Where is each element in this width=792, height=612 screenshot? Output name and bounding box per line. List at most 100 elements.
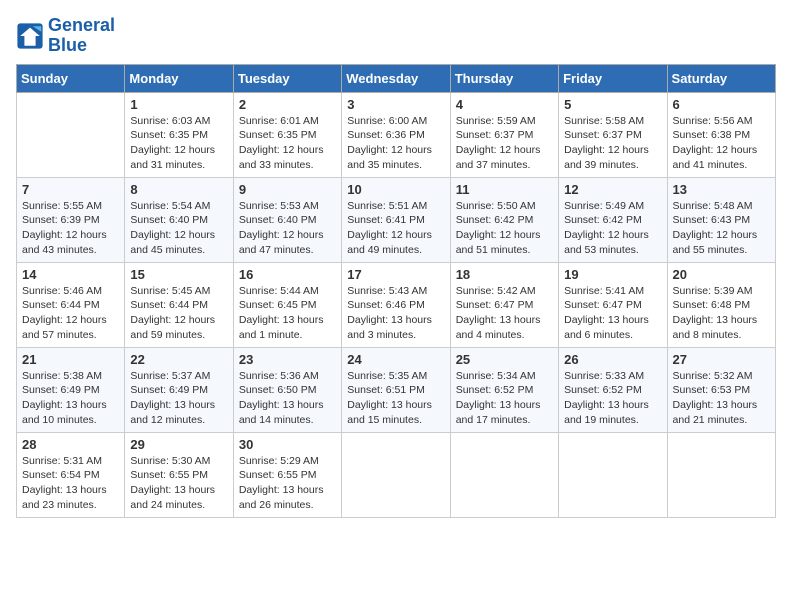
calendar-cell: 4Sunrise: 5:59 AM Sunset: 6:37 PM Daylig…	[450, 92, 558, 177]
calendar-cell: 27 Sunrise: 5:32 AM Sunset: 6:53 PM Dayli…	[667, 347, 775, 432]
day-info: Sunrise: 5:36 AM Sunset: 6:50 PM Dayligh…	[239, 369, 336, 428]
calendar-cell: 6 Sunrise: 5:56 AM Sunset: 6:38 PM Daylig…	[667, 92, 775, 177]
header-tuesday: Tuesday	[233, 64, 341, 92]
calendar-cell	[450, 432, 558, 517]
day-number: 9	[239, 182, 336, 197]
calendar-cell: 10 Sunrise: 5:51 AM Sunset: 6:41 PM Dayli…	[342, 177, 450, 262]
day-number: 6	[673, 97, 770, 112]
day-number: 23	[239, 352, 336, 367]
day-number: 7	[22, 182, 119, 197]
day-info: Sunrise: 5:49 AM Sunset: 6:42 PM Dayligh…	[564, 199, 661, 258]
calendar-cell: 12 Sunrise: 5:49 AM Sunset: 6:42 PM Dayli…	[559, 177, 667, 262]
day-info: Sunrise: 5:38 AM Sunset: 6:49 PM Dayligh…	[22, 369, 119, 428]
day-info: Sunrise: 5:33 AM Sunset: 6:52 PM Dayligh…	[564, 369, 661, 428]
week-row-5: 28 Sunrise: 5:31 AM Sunset: 6:54 PM Dayli…	[17, 432, 776, 517]
day-info: Sunrise: 5:54 AM Sunset: 6:40 PM Dayligh…	[130, 199, 227, 258]
day-info: Sunrise: 5:56 AM Sunset: 6:38 PM Dayligh…	[673, 114, 770, 173]
day-number: 27	[673, 352, 770, 367]
day-number: 8	[130, 182, 227, 197]
header-monday: Monday	[125, 64, 233, 92]
calendar-cell: 2 Sunrise: 6:01 AM Sunset: 6:35 PM Daylig…	[233, 92, 341, 177]
day-number: 25	[456, 352, 553, 367]
day-info: Sunrise: 5:51 AM Sunset: 6:41 PM Dayligh…	[347, 199, 444, 258]
day-number: 12	[564, 182, 661, 197]
calendar-cell: 1 Sunrise: 6:03 AM Sunset: 6:35 PM Daylig…	[125, 92, 233, 177]
calendar-cell: 21 Sunrise: 5:38 AM Sunset: 6:49 PM Dayli…	[17, 347, 125, 432]
page-header: General Blue	[16, 16, 776, 56]
day-number: 2	[239, 97, 336, 112]
day-info: Sunrise: 5:43 AM Sunset: 6:46 PM Dayligh…	[347, 284, 444, 343]
day-number: 21	[22, 352, 119, 367]
day-number: 5	[564, 97, 661, 112]
day-info: Sunrise: 5:58 AM Sunset: 6:37 PM Dayligh…	[564, 114, 661, 173]
day-info: Sunrise: 5:55 AM Sunset: 6:39 PM Dayligh…	[22, 199, 119, 258]
calendar-cell: 22 Sunrise: 5:37 AM Sunset: 6:49 PM Dayli…	[125, 347, 233, 432]
day-info: Sunrise: 5:29 AM Sunset: 6:55 PM Dayligh…	[239, 454, 336, 513]
day-info: Sunrise: 5:32 AM Sunset: 6:53 PM Dayligh…	[673, 369, 770, 428]
calendar-cell: 8 Sunrise: 5:54 AM Sunset: 6:40 PM Daylig…	[125, 177, 233, 262]
day-info: Sunrise: 6:01 AM Sunset: 6:35 PM Dayligh…	[239, 114, 336, 173]
calendar-cell: 25 Sunrise: 5:34 AM Sunset: 6:52 PM Dayli…	[450, 347, 558, 432]
header-sunday: Sunday	[17, 64, 125, 92]
calendar-cell: 18 Sunrise: 5:42 AM Sunset: 6:47 PM Dayli…	[450, 262, 558, 347]
calendar-cell: 5 Sunrise: 5:58 AM Sunset: 6:37 PM Daylig…	[559, 92, 667, 177]
calendar-cell: 29 Sunrise: 5:30 AM Sunset: 6:55 PM Dayli…	[125, 432, 233, 517]
day-number: 1	[130, 97, 227, 112]
logo: General Blue	[16, 16, 115, 56]
calendar-cell: 30 Sunrise: 5:29 AM Sunset: 6:55 PM Dayli…	[233, 432, 341, 517]
header-thursday: Thursday	[450, 64, 558, 92]
day-info: Sunrise: 6:03 AM Sunset: 6:35 PM Dayligh…	[130, 114, 227, 173]
logo-text: General Blue	[48, 16, 115, 56]
calendar-cell: 20 Sunrise: 5:39 AM Sunset: 6:48 PM Dayli…	[667, 262, 775, 347]
calendar-cell: 11Sunrise: 5:50 AM Sunset: 6:42 PM Dayli…	[450, 177, 558, 262]
day-info: Sunrise: 5:41 AM Sunset: 6:47 PM Dayligh…	[564, 284, 661, 343]
day-number: 13	[673, 182, 770, 197]
day-info: Sunrise: 5:42 AM Sunset: 6:47 PM Dayligh…	[456, 284, 553, 343]
calendar-cell: 24Sunrise: 5:35 AM Sunset: 6:51 PM Dayli…	[342, 347, 450, 432]
day-info: Sunrise: 5:34 AM Sunset: 6:52 PM Dayligh…	[456, 369, 553, 428]
day-number: 29	[130, 437, 227, 452]
calendar-cell	[667, 432, 775, 517]
calendar-cell: 17Sunrise: 5:43 AM Sunset: 6:46 PM Dayli…	[342, 262, 450, 347]
day-info: Sunrise: 5:31 AM Sunset: 6:54 PM Dayligh…	[22, 454, 119, 513]
week-row-2: 7 Sunrise: 5:55 AM Sunset: 6:39 PM Daylig…	[17, 177, 776, 262]
day-info: Sunrise: 5:37 AM Sunset: 6:49 PM Dayligh…	[130, 369, 227, 428]
calendar-cell: 28 Sunrise: 5:31 AM Sunset: 6:54 PM Dayli…	[17, 432, 125, 517]
calendar-cell: 3 Sunrise: 6:00 AM Sunset: 6:36 PM Daylig…	[342, 92, 450, 177]
day-number: 30	[239, 437, 336, 452]
week-row-3: 14 Sunrise: 5:46 AM Sunset: 6:44 PM Dayli…	[17, 262, 776, 347]
day-number: 14	[22, 267, 119, 282]
day-number: 19	[564, 267, 661, 282]
calendar-cell	[342, 432, 450, 517]
calendar-cell: 19 Sunrise: 5:41 AM Sunset: 6:47 PM Dayli…	[559, 262, 667, 347]
calendar-cell: 13 Sunrise: 5:48 AM Sunset: 6:43 PM Dayli…	[667, 177, 775, 262]
day-info: Sunrise: 6:00 AM Sunset: 6:36 PM Dayligh…	[347, 114, 444, 173]
calendar-cell: 15 Sunrise: 5:45 AM Sunset: 6:44 PM Dayli…	[125, 262, 233, 347]
day-info: Sunrise: 5:39 AM Sunset: 6:48 PM Dayligh…	[673, 284, 770, 343]
calendar-cell	[559, 432, 667, 517]
day-info: Sunrise: 5:35 AM Sunset: 6:51 PM Dayligh…	[347, 369, 444, 428]
week-row-1: 1 Sunrise: 6:03 AM Sunset: 6:35 PM Daylig…	[17, 92, 776, 177]
calendar-cell: 7 Sunrise: 5:55 AM Sunset: 6:39 PM Daylig…	[17, 177, 125, 262]
calendar-cell: 16Sunrise: 5:44 AM Sunset: 6:45 PM Dayli…	[233, 262, 341, 347]
day-number: 18	[456, 267, 553, 282]
header-friday: Friday	[559, 64, 667, 92]
day-info: Sunrise: 5:30 AM Sunset: 6:55 PM Dayligh…	[130, 454, 227, 513]
day-info: Sunrise: 5:45 AM Sunset: 6:44 PM Dayligh…	[130, 284, 227, 343]
day-number: 28	[22, 437, 119, 452]
calendar-cell: 9 Sunrise: 5:53 AM Sunset: 6:40 PM Daylig…	[233, 177, 341, 262]
day-info: Sunrise: 5:48 AM Sunset: 6:43 PM Dayligh…	[673, 199, 770, 258]
header-saturday: Saturday	[667, 64, 775, 92]
day-number: 16	[239, 267, 336, 282]
day-number: 15	[130, 267, 227, 282]
calendar-header-row: SundayMondayTuesdayWednesdayThursdayFrid…	[17, 64, 776, 92]
day-info: Sunrise: 5:46 AM Sunset: 6:44 PM Dayligh…	[22, 284, 119, 343]
day-number: 3	[347, 97, 444, 112]
day-info: Sunrise: 5:53 AM Sunset: 6:40 PM Dayligh…	[239, 199, 336, 258]
calendar-table: SundayMondayTuesdayWednesdayThursdayFrid…	[16, 64, 776, 518]
day-number: 10	[347, 182, 444, 197]
day-number: 20	[673, 267, 770, 282]
day-number: 26	[564, 352, 661, 367]
header-wednesday: Wednesday	[342, 64, 450, 92]
day-number: 22	[130, 352, 227, 367]
